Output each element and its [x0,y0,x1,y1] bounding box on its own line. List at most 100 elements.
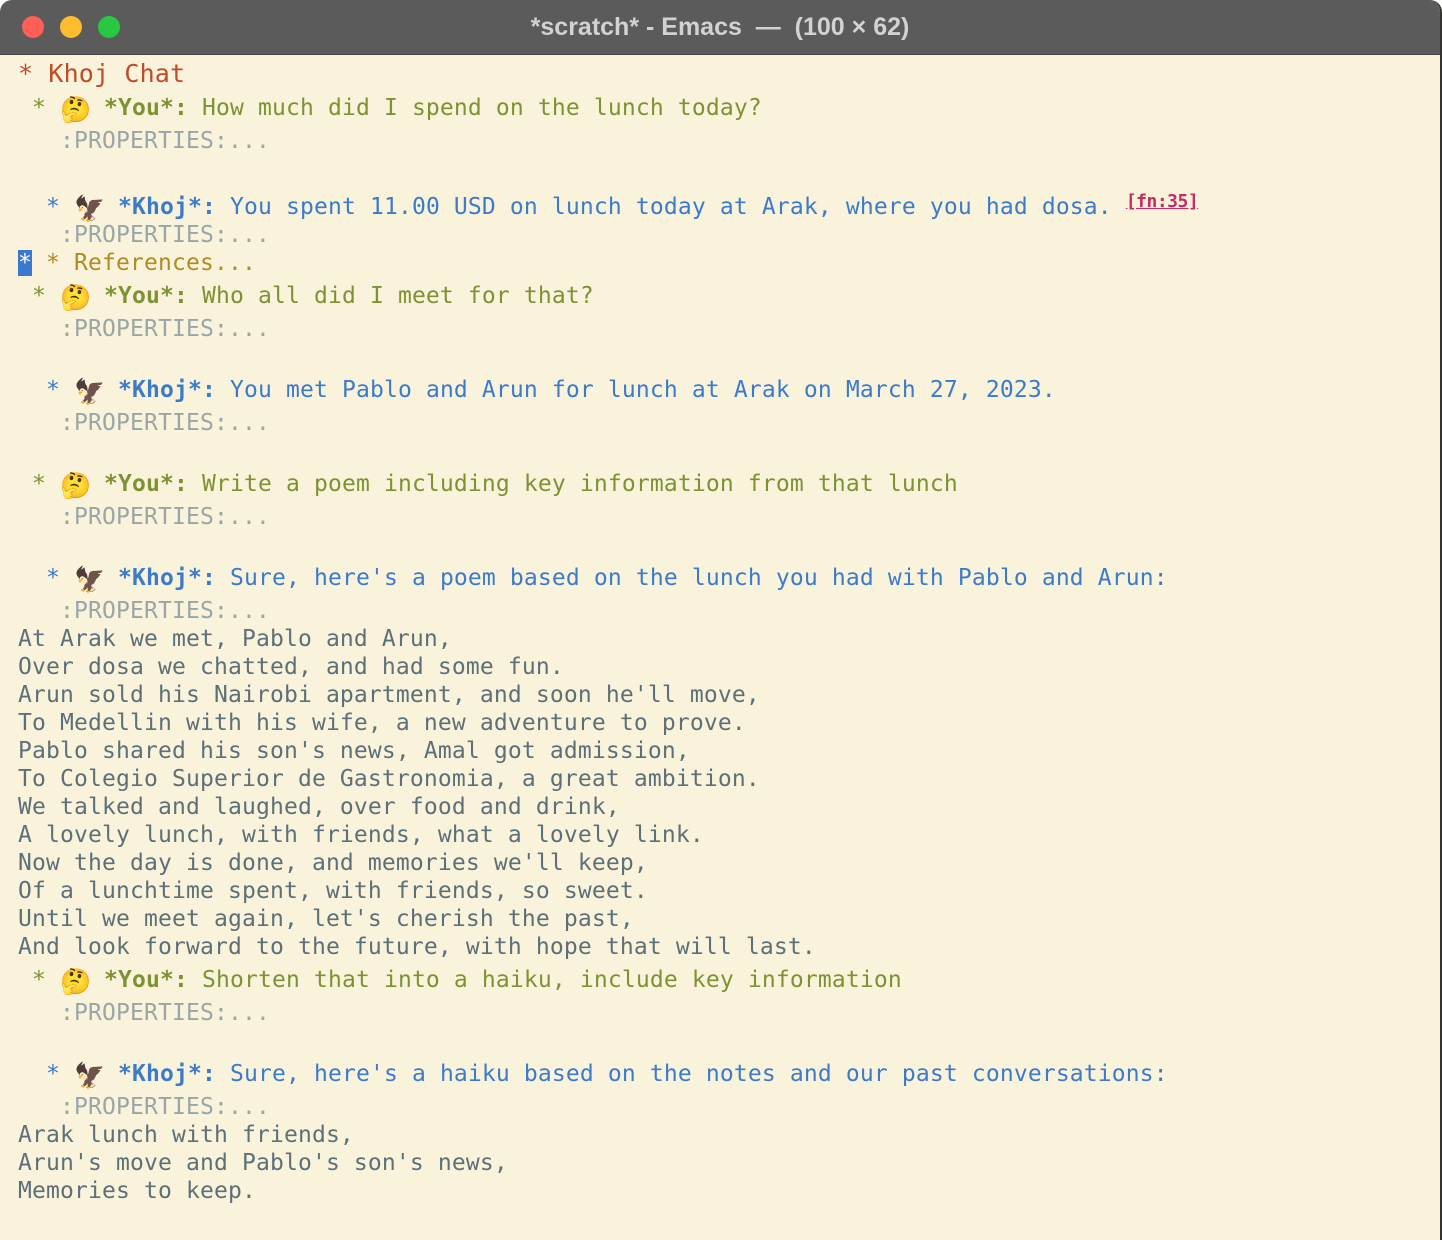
eagle-emoji-icon: 🦅 [74,567,104,592]
text-segment: Who all did I meet for that? [188,283,594,309]
text-segment: * [18,565,74,591]
thinking-face-emoji-icon: 🤔 [60,285,90,310]
text-segment: Arak lunch with friends, [18,1122,354,1148]
title-bar[interactable]: *scratch* - Emacs — (100 × 62) [0,0,1440,55]
text-segment: :PROPERTIES:... [18,1094,270,1120]
text-segment: Shorten that into a haiku, include key i… [188,967,902,993]
poem-line[interactable]: Arun sold his Nairobi apartment, and soo… [18,681,1440,709]
haiku-line[interactable]: Memories to keep. [18,1177,1440,1205]
properties-drawer[interactable]: :PROPERTIES:... [18,409,1440,437]
text-cursor: * [18,250,32,276]
text-segment [90,471,104,497]
close-button[interactable] [22,16,44,38]
blank-line[interactable] [18,531,1440,559]
text-segment: To Colegio Superior de Gastronomia, a gr… [18,766,760,792]
text-segment: Until we meet again, let's cherish the p… [18,906,634,932]
thinking-face-emoji-icon: 🤔 [60,473,90,498]
properties-drawer[interactable]: :PROPERTIES:... [18,315,1440,343]
text-segment: :PROPERTIES:... [18,1000,270,1026]
blank-line[interactable] [18,155,1440,183]
text-segment: Arun sold his Nairobi apartment, and soo… [18,682,760,708]
user-message-heading[interactable]: * 🤔 *You*: Write a poem including key in… [18,465,1440,503]
text-segment: You met Pablo and Arun for lunch at Arak… [216,377,1056,403]
poem-line[interactable]: At Arak we met, Pablo and Arun, [18,625,1440,653]
khoj-message-heading[interactable]: * 🦅 *Khoj*: Sure, here's a poem based on… [18,559,1440,597]
poem-line[interactable]: We talked and laughed, over food and dri… [18,793,1440,821]
chat-title-heading[interactable]: * Khoj Chat [18,59,1440,89]
thinking-face-emoji-icon: 🤔 [60,97,90,122]
poem-line[interactable]: Over dosa we chatted, and had some fun. [18,653,1440,681]
text-segment: We talked and laughed, over food and dri… [18,794,620,820]
text-segment [104,377,118,403]
text-segment: *You*: [104,283,188,309]
properties-drawer[interactable]: :PROPERTIES:... [18,1093,1440,1121]
text-segment: :PROPERTIES:... [18,316,270,342]
text-segment: At Arak we met, Pablo and Arun, [18,626,452,652]
text-segment [90,283,104,309]
text-segment: * [18,194,74,220]
text-segment: * [18,471,60,497]
text-segment: * References... [32,250,256,276]
haiku-line[interactable]: Arun's move and Pablo's son's news, [18,1149,1440,1177]
khoj-message-heading[interactable]: * 🦅 *Khoj*: You spent 11.00 USD on lunch… [18,183,1440,221]
text-segment: How much did I spend on the lunch today? [188,95,762,121]
blank-line[interactable] [18,1027,1440,1055]
properties-drawer[interactable]: :PROPERTIES:... [18,221,1440,249]
properties-drawer[interactable]: :PROPERTIES:... [18,999,1440,1027]
user-message-heading[interactable]: * 🤔 *You*: Shorten that into a haiku, in… [18,961,1440,999]
text-segment: And look forward to the future, with hop… [18,934,816,960]
text-segment: *Khoj*: [118,377,216,403]
poem-line[interactable]: Pablo shared his son's news, Amal got ad… [18,737,1440,765]
footnote-link[interactable]: [fn:35] [1126,191,1198,212]
poem-line[interactable]: Now the day is done, and memories we'll … [18,849,1440,877]
poem-line[interactable]: To Medellin with his wife, a new adventu… [18,709,1440,737]
text-segment: Of a lunchtime spent, with friends, so s… [18,878,648,904]
text-segment: *Khoj*: [118,1061,216,1087]
user-message-heading[interactable]: * 🤔 *You*: Who all did I meet for that? [18,277,1440,315]
properties-drawer[interactable]: :PROPERTIES:... [18,597,1440,625]
window-controls [22,16,120,38]
editor-buffer[interactable]: * Khoj Chat * 🤔 *You*: How much did I sp… [0,55,1440,1205]
text-segment: Sure, here's a poem based on the lunch y… [216,565,1168,591]
user-message-heading[interactable]: * 🤔 *You*: How much did I spend on the l… [18,89,1440,127]
text-segment [104,194,118,220]
text-segment: *You*: [104,471,188,497]
text-segment: * [18,377,74,403]
text-segment: Sure, here's a haiku based on the notes … [216,1061,1168,1087]
text-segment: :PROPERTIES:... [18,504,270,530]
khoj-message-heading[interactable]: * 🦅 *Khoj*: You met Pablo and Arun for l… [18,371,1440,409]
eagle-emoji-icon: 🦅 [74,196,104,221]
zoom-button[interactable] [98,16,120,38]
minimize-button[interactable] [60,16,82,38]
text-segment: A lovely lunch, with friends, what a lov… [18,822,704,848]
window-title: *scratch* - Emacs — (100 × 62) [0,13,1440,42]
text-segment: :PROPERTIES:... [18,222,270,248]
properties-drawer[interactable]: :PROPERTIES:... [18,127,1440,155]
text-segment: * [18,95,60,121]
text-segment: * Khoj Chat [18,59,185,88]
poem-line[interactable]: And look forward to the future, with hop… [18,933,1440,961]
blank-line[interactable] [18,343,1440,371]
properties-drawer[interactable]: :PROPERTIES:... [18,503,1440,531]
poem-line[interactable]: To Colegio Superior de Gastronomia, a gr… [18,765,1440,793]
text-segment: * [18,1061,74,1087]
text-segment [104,565,118,591]
text-segment: You spent 11.00 USD on lunch today at Ar… [216,194,1126,220]
eagle-emoji-icon: 🦅 [74,1063,104,1088]
blank-line[interactable] [18,437,1440,465]
khoj-message-heading[interactable]: * 🦅 *Khoj*: Sure, here's a haiku based o… [18,1055,1440,1093]
text-segment: Pablo shared his son's news, Amal got ad… [18,738,690,764]
poem-line[interactable]: A lovely lunch, with friends, what a lov… [18,821,1440,849]
text-segment: :PROPERTIES:... [18,410,270,436]
poem-line[interactable]: Of a lunchtime spent, with friends, so s… [18,877,1440,905]
poem-line[interactable]: Until we meet again, let's cherish the p… [18,905,1440,933]
text-segment: :PROPERTIES:... [18,128,270,154]
references-heading[interactable]: * * References... [18,249,1440,277]
text-segment: Now the day is done, and memories we'll … [18,850,648,876]
text-segment: * [18,967,60,993]
haiku-line[interactable]: Arak lunch with friends, [18,1121,1440,1149]
text-segment: *You*: [104,967,188,993]
text-segment: Over dosa we chatted, and had some fun. [18,654,564,680]
text-segment: Arun's move and Pablo's son's news, [18,1150,508,1176]
text-segment: *Khoj*: [118,565,216,591]
